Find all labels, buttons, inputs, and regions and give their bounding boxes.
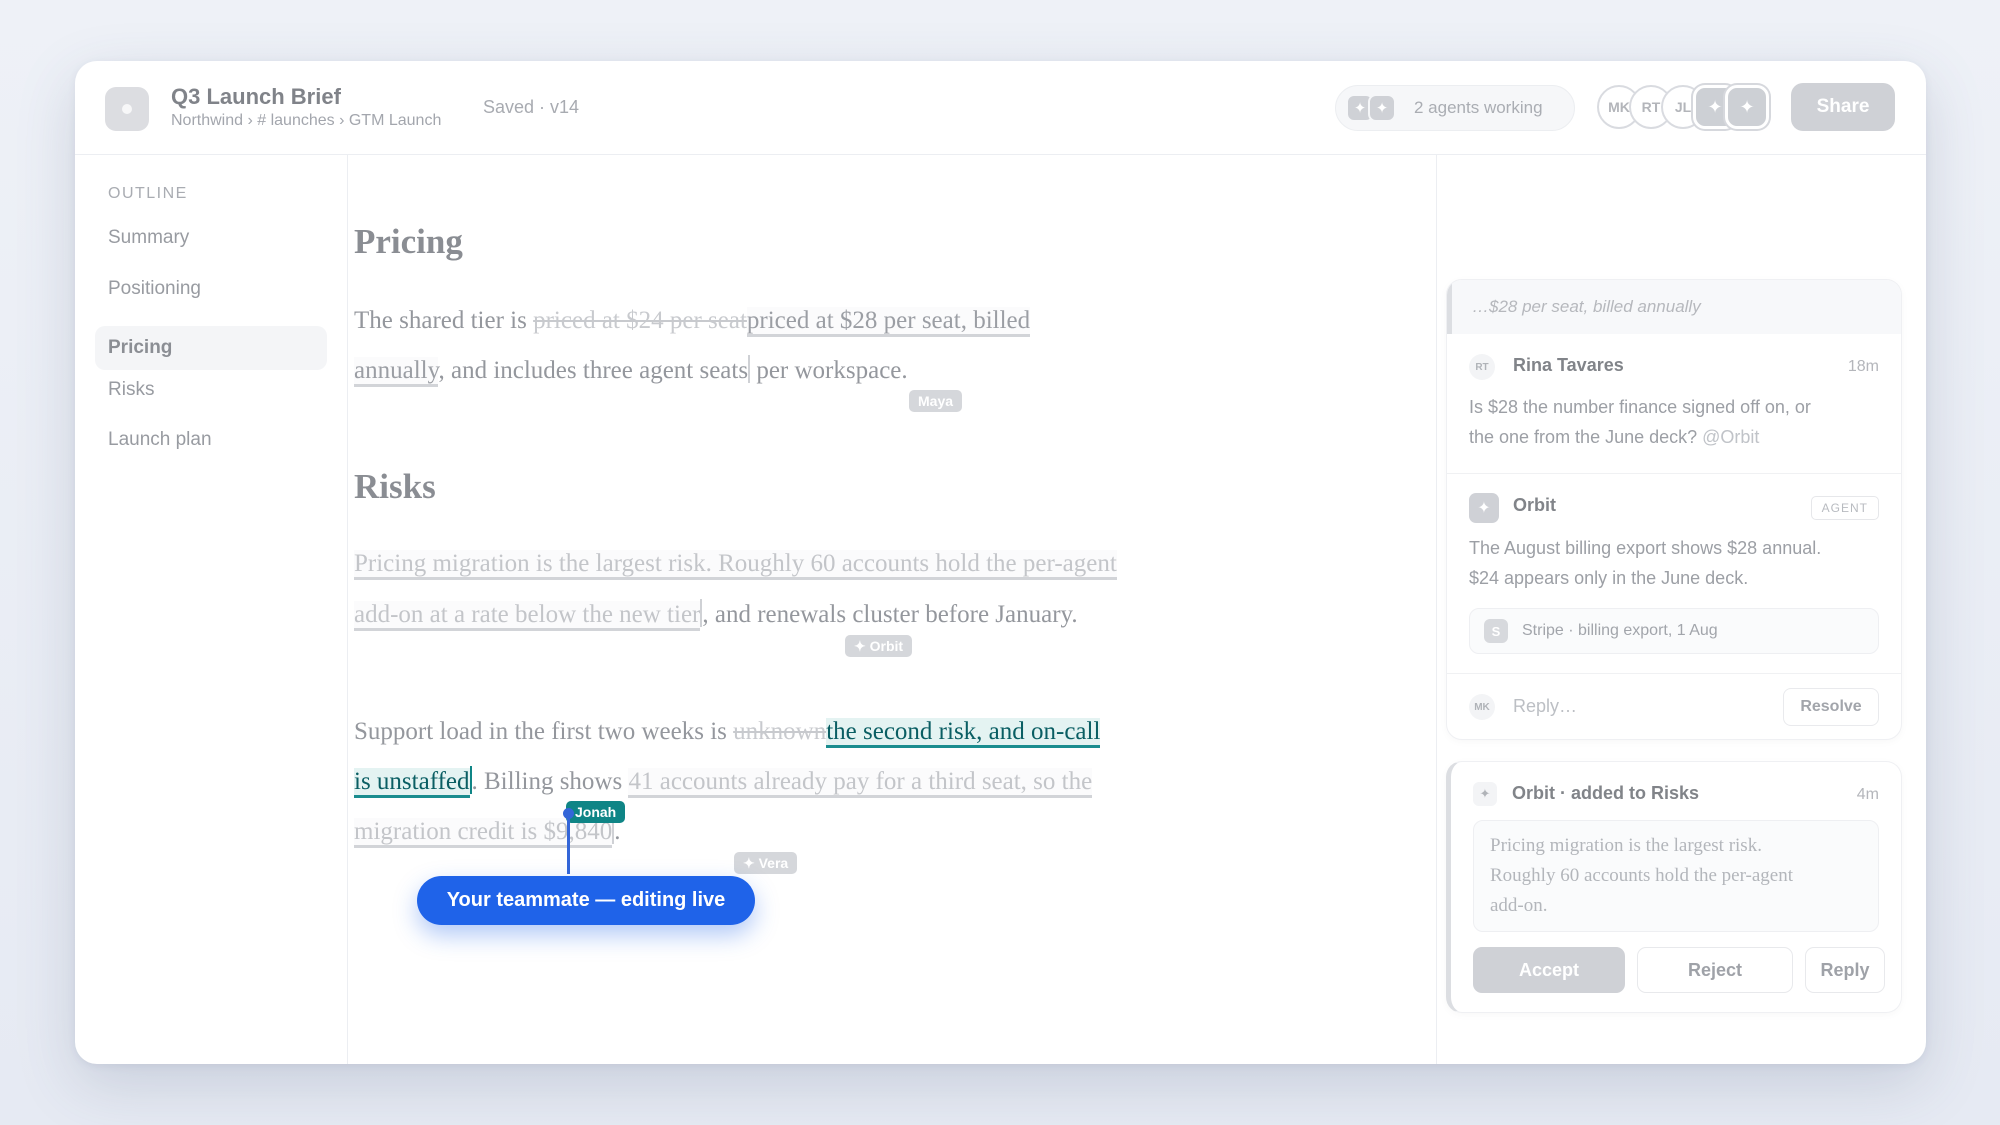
live-edit-text[interactable]: is unstaffed <box>354 768 470 798</box>
mention-orbit[interactable]: @Orbit <box>1702 427 1759 447</box>
top-bar: Q3 Launch Brief Northwind › # launches ›… <box>75 61 1926 155</box>
comment-author: Orbit <box>1513 495 1556 515</box>
comment-body: Is $28 the number finance signed off on,… <box>1469 397 1811 447</box>
stripe-icon: S <box>1484 619 1508 643</box>
suggestion-preview: Pricing migration is the largest risk. R… <box>1473 820 1879 932</box>
comment-author: Rina Tavares <box>1513 355 1624 375</box>
risks-paragraph-2-line-1[interactable]: Support load in the first two weeks is u… <box>354 707 1101 757</box>
cursor-tag-jonah: Jonah <box>566 801 626 823</box>
outline-item-positioning[interactable]: Positioning <box>95 267 327 311</box>
outline-item-summary[interactable]: Summary <box>95 216 327 260</box>
deleted-text[interactable]: priced at $24 per seat <box>533 307 747 334</box>
cursor-tag-vera: ✦ Vera <box>734 852 798 874</box>
risks-paragraph-1-line-1[interactable]: Pricing migration is the largest risk. R… <box>354 539 1117 589</box>
outline-item-risks[interactable]: Risks <box>95 368 327 412</box>
deleted-text[interactable]: unknown <box>733 718 826 745</box>
source-citation[interactable]: S Stripe · billing export, 1 Aug <box>1469 608 1879 654</box>
outline-item-pricing[interactable]: Pricing <box>95 326 327 370</box>
risks-paragraph-1-line-2[interactable]: add-on at a rate below the new tier, and… <box>354 590 1078 640</box>
comment-thread-card: …$28 per seat, billed annually RT Rina T… <box>1446 279 1902 740</box>
comment-time: 18m <box>1847 358 1879 375</box>
pricing-paragraph-line-2[interactable]: annually, and includes three agent seats… <box>354 346 908 396</box>
suggestion-title: Orbit · added to Risks <box>1512 783 1700 803</box>
section-heading-risks[interactable]: Risks <box>354 467 436 507</box>
agent-badge: AGENT <box>1810 496 1879 520</box>
agent-inserted-text[interactable]: Pricing migration is the largest risk. R… <box>354 550 1117 580</box>
quoted-selection[interactable]: …$28 per seat, billed annually <box>1447 280 1901 334</box>
cursor-tag-orbit: ✦ Orbit <box>845 635 913 657</box>
agent-sparkle-icon: ✦ <box>1473 782 1497 806</box>
suggestion-time: 4m <box>1856 786 1879 803</box>
inserted-text[interactable]: annually <box>354 357 439 387</box>
reply-input[interactable]: Reply… <box>1513 696 1577 717</box>
risks-paragraph-2-line-2[interactable]: is unstaffed. Billing shows 41 accounts … <box>354 757 1093 807</box>
agent-sparkle-icon: ✦ <box>1368 94 1396 122</box>
accept-button[interactable]: Accept <box>1473 947 1625 993</box>
comment-body: The August billing export shows $28 annu… <box>1469 538 1822 588</box>
agent-avatar-sparkle-icon[interactable]: ✦ <box>1725 85 1769 129</box>
live-cursor-line <box>567 812 570 874</box>
collaborator-avatars[interactable]: MK RT JL ✦ ✦ <box>1597 85 1769 129</box>
pricing-paragraph-line-1[interactable]: The shared tier is priced at $24 per sea… <box>354 296 1031 346</box>
agents-working-pill[interactable]: ✦ ✦ 2 agents working <box>1335 85 1575 131</box>
agent-suggestion-card: ✦ Orbit · added to Risks 4m Pricing migr… <box>1446 761 1902 1013</box>
comment-rina: RT Rina Tavares 18m Is $28 the number fi… <box>1447 334 1901 474</box>
outline-heading: OUTLINE <box>108 185 188 202</box>
reply-row: MK Reply… Resolve <box>1447 674 1901 739</box>
comment-orbit: ✦ Orbit AGENT The August billing export … <box>1447 474 1901 674</box>
agent-inserted-text[interactable]: 41 accounts already pay for a third seat… <box>628 768 1093 798</box>
avatar: MK <box>1469 694 1495 720</box>
resolve-button[interactable]: Resolve <box>1783 688 1879 726</box>
breadcrumb[interactable]: Northwind › # launches › GTM Launch <box>171 112 441 130</box>
live-edit-text[interactable]: the second risk, and on-call <box>826 718 1101 748</box>
reject-button[interactable]: Reject <box>1637 947 1793 993</box>
document-title: Q3 Launch Brief <box>171 84 341 109</box>
avatar: RT <box>1469 354 1495 380</box>
inserted-text[interactable]: priced at $28 per seat, billed <box>746 307 1031 337</box>
share-button[interactable]: Share <box>1791 83 1895 131</box>
app-logo-icon[interactable] <box>105 87 149 131</box>
cursor-tag-maya: Maya <box>909 390 963 412</box>
agents-working-label: 2 agents working <box>1414 98 1543 117</box>
agent-inserted-text[interactable]: add-on at a rate below the new tier <box>354 601 701 631</box>
section-heading-pricing[interactable]: Pricing <box>354 222 463 262</box>
live-editing-tooltip: Your teammate — editing live <box>417 876 755 925</box>
reply-button[interactable]: Reply <box>1805 947 1885 993</box>
saved-status: Saved · v14 <box>483 97 580 117</box>
agent-sparkle-icon: ✦ <box>1469 493 1499 523</box>
outline-item-launch-plan[interactable]: Launch plan <box>95 418 327 462</box>
